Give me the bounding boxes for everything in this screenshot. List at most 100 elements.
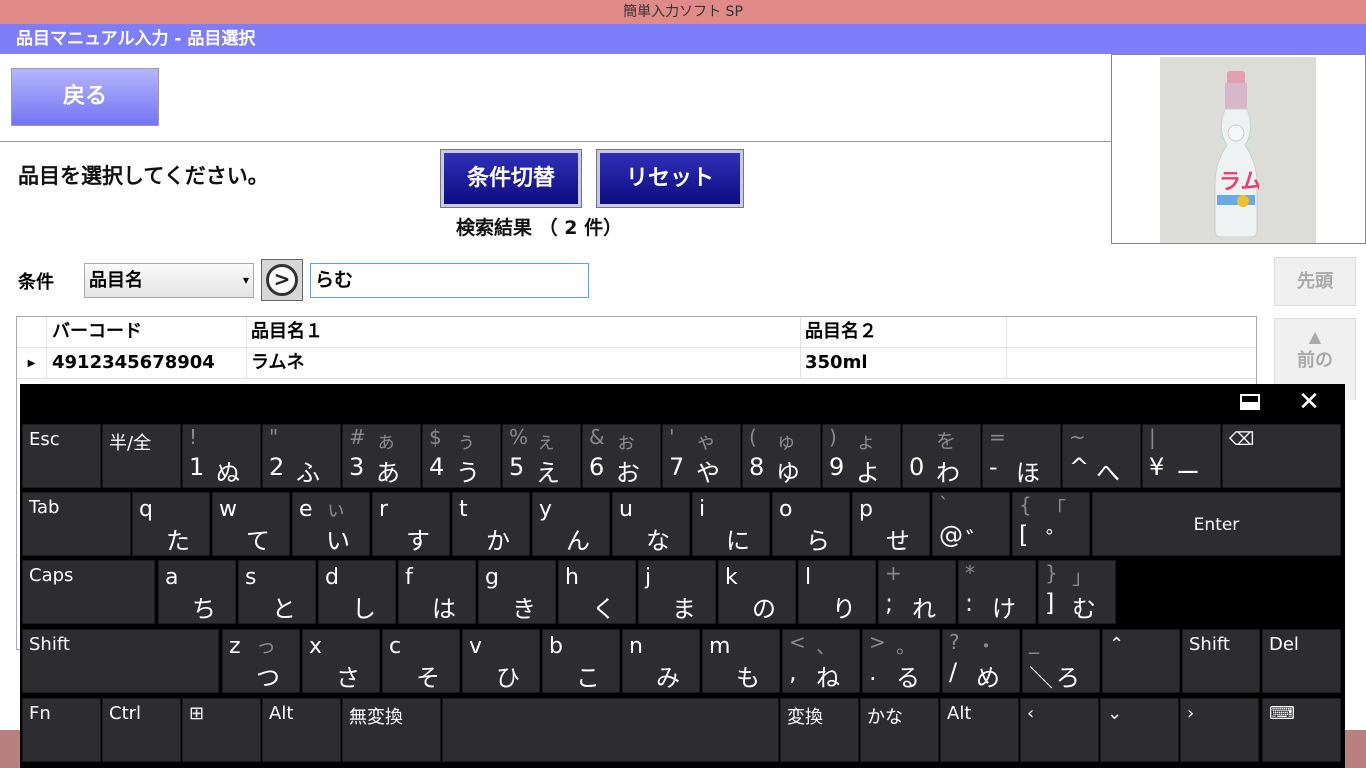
key-k[interactable]: kの <box>718 560 796 624</box>
key-Del[interactable]: Del <box>1262 629 1341 693</box>
key-Alt[interactable]: Alt <box>940 698 1019 762</box>
key-o[interactable]: oら <box>772 492 850 556</box>
key-s[interactable]: sと <box>238 560 316 624</box>
key-t[interactable]: tか <box>452 492 530 556</box>
key-,[interactable]: < 、, ね <box>782 629 860 693</box>
key-無変換[interactable]: 無変換 <box>342 698 441 762</box>
key-glyph-shk: っ <box>256 634 276 658</box>
key-Enter[interactable]: Enter <box>1092 492 1341 556</box>
key-h[interactable]: hく <box>558 560 636 624</box>
key-9[interactable]: ) ょ 9 よ <box>822 424 901 488</box>
key-Caps[interactable]: Caps <box>22 560 155 624</box>
key-j[interactable]: jま <box>638 560 716 624</box>
key-⌨[interactable]: ⌨ <box>1262 698 1341 762</box>
key-/[interactable]: ? ・ / め <box>942 629 1020 693</box>
key-かな[interactable]: かな <box>860 698 939 762</box>
key-Alt[interactable]: Alt <box>262 698 341 762</box>
key-‹[interactable]: ‹ <box>1020 698 1099 762</box>
key-m[interactable]: mも <box>702 629 780 693</box>
key-glyph-kana: る <box>896 664 920 692</box>
key-›[interactable]: › <box>1180 698 1259 762</box>
key-＼[interactable]: _ ＼ ろ <box>1022 629 1100 693</box>
key-space[interactable] <box>442 698 779 762</box>
key-⊞[interactable]: ⊞ <box>182 698 261 762</box>
table-row[interactable]: ▶ 4912345678904 ラムネ 350ml <box>17 348 1256 379</box>
key-glyph-sh: ` <box>939 493 949 517</box>
key-r[interactable]: rす <box>372 492 450 556</box>
key-Fn[interactable]: Fn <box>22 698 101 762</box>
key-¥[interactable]: | ¥ ー <box>1142 424 1221 488</box>
key-2[interactable]: " 2 ふ <box>262 424 341 488</box>
key-label: Enter <box>1193 515 1240 535</box>
key-w[interactable]: wて <box>212 492 290 556</box>
key-n[interactable]: nみ <box>622 629 700 693</box>
key-半/全[interactable]: 半/全 <box>102 424 181 488</box>
key-e[interactable]: eぃい <box>292 492 370 556</box>
key-glyph-kana: む <box>1072 595 1096 623</box>
key-f[interactable]: fは <box>398 560 476 624</box>
first-page-button[interactable]: 先頭 <box>1274 257 1356 306</box>
key-[[interactable]: {「 [゜ <box>1012 492 1090 556</box>
key--[interactable]: = - ほ <box>982 424 1061 488</box>
dock-icon[interactable] <box>1240 394 1260 410</box>
key-glyph-kana: け <box>992 595 1016 623</box>
key-c[interactable]: cそ <box>382 629 460 693</box>
close-icon[interactable]: ✕ <box>1296 386 1322 418</box>
key-z[interactable]: zっつ <box>222 629 300 693</box>
key-:[interactable]: *: け <box>958 560 1036 624</box>
key-l[interactable]: lり <box>798 560 876 624</box>
key-⌃[interactable]: ⌃ <box>1102 629 1180 693</box>
key-label: Alt <box>947 703 972 724</box>
key-⌫[interactable]: ⌫ <box>1222 424 1341 488</box>
key-0[interactable]: を0わ <box>902 424 981 488</box>
key-4[interactable]: $ ぅ 4 う <box>422 424 501 488</box>
key-Tab[interactable]: Tab <box>22 492 131 556</box>
key-][interactable]: } 」] む <box>1038 560 1116 624</box>
key-label: Fn <box>29 703 51 724</box>
key-glyph-lat: d <box>325 565 339 590</box>
key-glyph-sh: " <box>269 425 279 449</box>
key-y[interactable]: yん <box>532 492 610 556</box>
key-5[interactable]: % ぇ 5 え <box>502 424 581 488</box>
key-b[interactable]: bこ <box>542 629 620 693</box>
key-glyph-ch: ] <box>1045 589 1055 617</box>
key-1[interactable]: ! 1 ぬ <box>182 424 261 488</box>
key-v[interactable]: vひ <box>462 629 540 693</box>
key-Ctrl[interactable]: Ctrl <box>102 698 181 762</box>
key-Esc[interactable]: Esc <box>22 424 101 488</box>
key-glyph-lat: x <box>309 634 323 659</box>
key-7[interactable]: ' ゃ 7 や <box>662 424 741 488</box>
toggle-condition-button[interactable]: 条件切替 <box>440 149 582 208</box>
key-Shift[interactable]: Shift <box>1182 629 1260 693</box>
top-bar: 戻る <box>0 54 1112 142</box>
key-.[interactable]: > 。. る <box>862 629 940 693</box>
key-glyph-kana: ー <box>1176 459 1200 487</box>
reset-button[interactable]: リセット <box>596 149 744 208</box>
key-glyph-lat: i <box>699 497 706 522</box>
key-;[interactable]: +; れ <box>878 560 956 624</box>
key-6[interactable]: & ぉ 6 お <box>582 424 661 488</box>
condition-field-select[interactable]: 品目名 ▾ <box>84 263 254 298</box>
key-q[interactable]: qた <box>132 492 210 556</box>
key-3[interactable]: # ぁ 3 あ <box>342 424 421 488</box>
search-input[interactable]: らむ <box>310 263 589 298</box>
key-@[interactable]: ` @ ゛ <box>932 492 1010 556</box>
ramune-bottle-image: ラムネ <box>1214 71 1259 237</box>
key-g[interactable]: gき <box>478 560 556 624</box>
key-変換[interactable]: 変換 <box>780 698 859 762</box>
search-result-count: 検索結果 （ 2 件） <box>456 217 623 239</box>
key-⌄[interactable]: ⌄ <box>1100 698 1179 762</box>
key-i[interactable]: iに <box>692 492 770 556</box>
key-Shift[interactable]: Shift <box>22 629 219 693</box>
key-glyph-kana: ゛ <box>966 527 990 555</box>
key-^[interactable]: ~ ^ へ <box>1062 424 1141 488</box>
back-button[interactable]: 戻る <box>11 68 159 126</box>
key-d[interactable]: dし <box>318 560 396 624</box>
key-u[interactable]: uな <box>612 492 690 556</box>
key-x[interactable]: xさ <box>302 629 380 693</box>
key-p[interactable]: pせ <box>852 492 930 556</box>
key-8[interactable]: (ゅ 8 ゆ <box>742 424 821 488</box>
search-go-button[interactable]: > <box>261 259 303 301</box>
key-a[interactable]: aち <box>158 560 236 624</box>
key-label: 半/全 <box>109 433 152 454</box>
